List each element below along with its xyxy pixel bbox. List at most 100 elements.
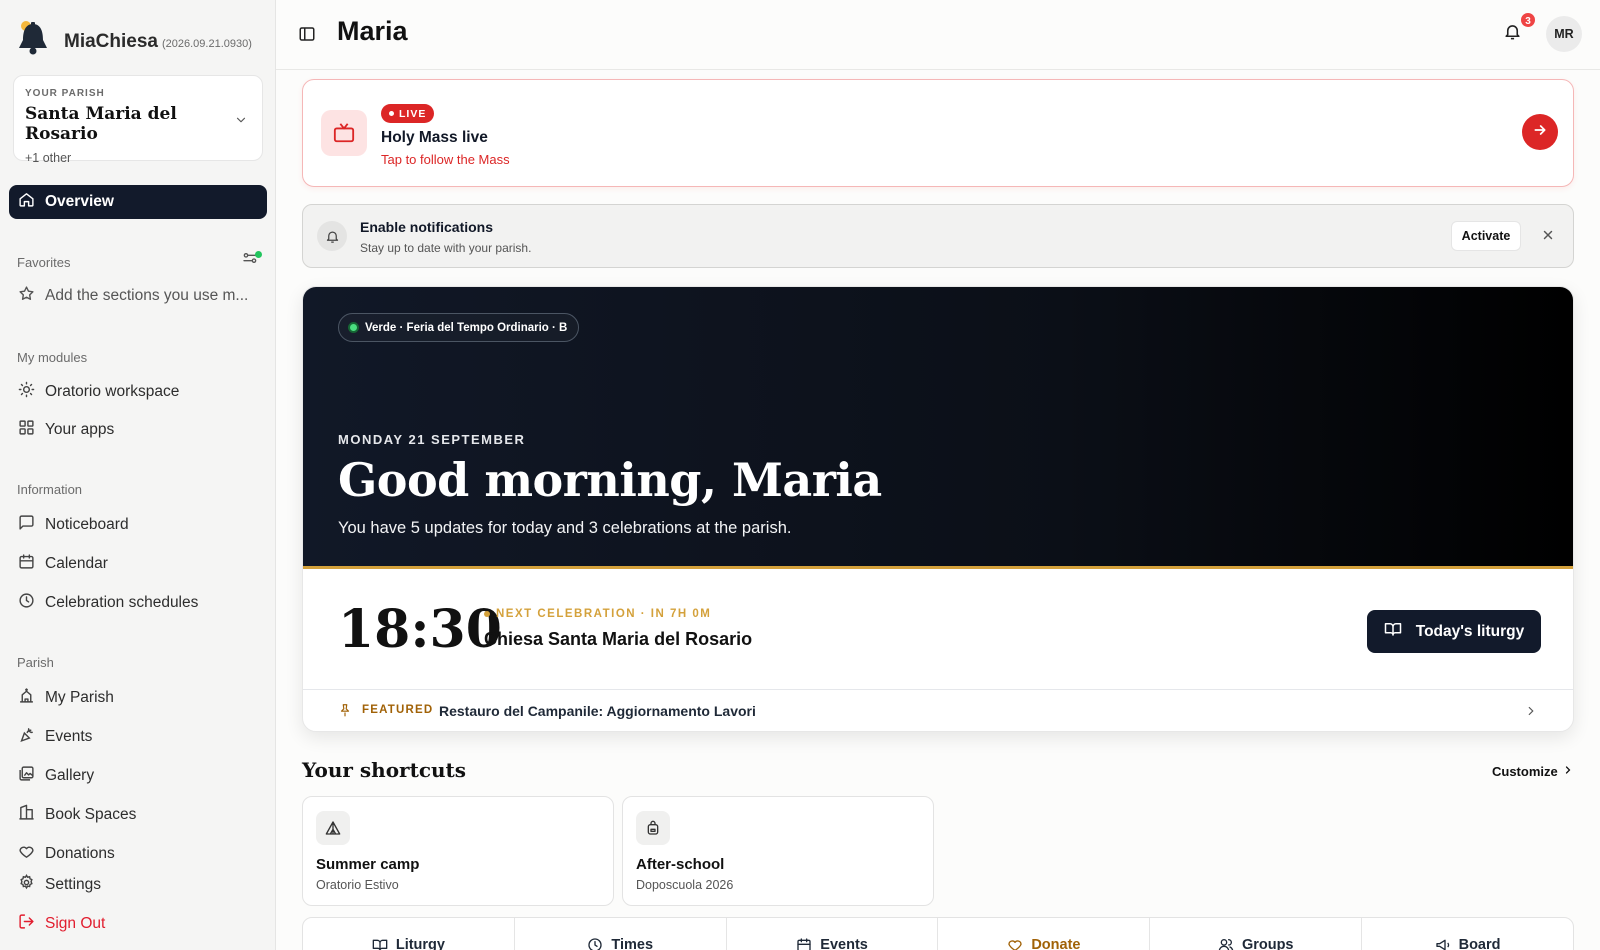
close-icon[interactable] [1541,228,1555,247]
sidebar-item-label: Overview [45,193,114,210]
sun-icon [18,381,35,403]
parish-section-label: Parish [17,655,54,670]
sidebar-item-label: My Parish [45,689,114,706]
quick-action-times[interactable]: Times [515,918,727,950]
sidebar-item-settings[interactable]: Settings [9,868,267,902]
information-section-label: Information [17,482,83,497]
live-open-button[interactable] [1522,114,1558,150]
megaphone-icon [1435,937,1451,950]
sidebar-item-celebration-schedules[interactable]: Celebration schedules [9,586,267,620]
live-badge: LIVE [381,104,435,123]
sidebar-item-label: Sign Out [45,915,106,932]
live-subtitle: Tap to follow the Mass [381,152,510,167]
season-color-dot [348,322,359,333]
sidebar-item-calendar[interactable]: Calendar [9,547,267,581]
calendar-icon [18,553,35,575]
chevron-right-icon [1562,764,1574,779]
liturgical-season-pill: Verde · Feria del Tempo Ordinario · B [338,313,580,342]
avatar[interactable]: MR [1546,16,1582,52]
hero-summary: You have 5 updates for today and 3 celeb… [338,519,792,537]
favorites-section-label: Favorites [17,255,71,270]
bell-icon [317,221,347,251]
sidebar-item-favorites-hint[interactable]: Add the sections you use m... [9,279,267,313]
hero-greeting: Good morning, Maria [338,453,882,507]
sidebar: MiaChiesa (2026.09.21.0930) YOUR PARISH S… [0,0,276,950]
hero-date: MONDAY 21 SEPTEMBER [338,432,526,447]
enable-notifications-card: Enable notifications Stay up to date wit… [302,204,1574,268]
app-name: MiaChiesa [64,30,158,52]
chevron-right-icon [1524,704,1538,723]
calendar-icon [796,937,812,950]
today-hero-card: Verde · Feria del Tempo Ordinario · B MO… [302,286,1574,732]
sidebar-item-my-parish[interactable]: My Parish [9,681,267,715]
shortcut-subtitle: Doposcuola 2026 [636,878,734,892]
quick-action-events[interactable]: Events [727,918,939,950]
featured-row[interactable]: FEATURED Restauro del Campanile: Aggiorn… [303,689,1573,731]
parish-name: Santa Maria del Rosario [25,104,177,144]
shortcut-card[interactable]: After-school Doposcuola 2026 [622,796,934,906]
heart-icon [18,843,35,865]
quick-action-groups[interactable]: Groups [1150,918,1363,950]
sidebar-item-label: Noticeboard [45,516,129,533]
notifications-title: Enable notifications [360,219,494,235]
parish-other: +1 other [25,151,72,165]
parish-selector[interactable]: YOUR PARISH Santa Maria del Rosario +1 o… [13,75,263,165]
sidebar-item-book-spaces[interactable]: Book Spaces [9,798,267,832]
log-out-icon [18,913,35,935]
star-icon [18,285,35,307]
quick-action-liturgy[interactable]: Liturgy [303,918,515,950]
notifications-bell-icon[interactable] [1503,22,1522,46]
parish-label: YOUR PARISH [25,88,105,99]
panel-toggle-icon[interactable] [298,25,316,48]
backpack-icon [636,811,670,845]
sidebar-item-donations[interactable]: Donations [9,837,267,871]
featured-text: Restauro del Campanile: Aggiornamento La… [439,703,756,719]
sign-out-button[interactable]: Sign Out [9,907,267,941]
shortcut-name: Summer camp [316,856,420,873]
next-celebration-label: NEXT CELEBRATION · IN 7H 0M [484,608,711,620]
live-title: Holy Mass live [381,129,488,146]
church-icon [18,687,35,709]
todays-liturgy-button[interactable]: Today's liturgy [1367,610,1541,653]
grid-icon [18,419,35,441]
clock-icon [587,937,603,950]
sidebar-item-label: Your apps [45,421,115,438]
quick-action-board[interactable]: Board [1362,918,1573,950]
quick-action-donate[interactable]: Donate [938,918,1151,950]
sidebar-item-label: Oratorio workspace [45,383,180,400]
sidebar-item-events[interactable]: Events [9,720,267,754]
sidebar-item-overview[interactable]: Overview [9,185,267,219]
sidebar-item-label: Add the sections you use m... [45,287,249,304]
sidebar-item-your-apps[interactable]: Your apps [9,413,267,447]
brand[interactable]: MiaChiesa (2026.09.21.0930) [16,20,252,63]
shortcut-subtitle: Oratorio Estivo [316,878,399,892]
images-icon [18,765,35,787]
sidebar-item-oratorio[interactable]: Oratorio workspace [9,375,267,409]
activate-button[interactable]: Activate [1451,221,1521,251]
sidebar-item-gallery[interactable]: Gallery [9,759,267,793]
arrow-right-icon [1532,122,1548,143]
page-title: Maria [337,16,408,46]
modules-section-label: My modules [17,350,88,365]
shortcut-card[interactable]: Summer camp Oratorio Estivo [302,796,614,906]
home-icon [18,191,35,213]
top-bar: Maria 3 MR [276,0,1600,70]
bell-logo-icon [16,20,50,63]
customize-button[interactable]: Customize [1492,764,1574,779]
live-mass-banner[interactable]: LIVE Holy Mass live Tap to follow the Ma… [302,79,1574,187]
sidebar-item-label: Calendar [45,555,108,572]
book-open-icon [1384,620,1402,643]
message-square-icon [18,514,35,536]
book-open-icon [372,937,388,950]
tent-icon [316,811,350,845]
sidebar-item-label: Donations [45,845,115,862]
building-icon [18,804,35,826]
notifications-subtitle: Stay up to date with your parish. [360,241,532,255]
gear-icon [18,874,35,896]
party-popper-icon [18,726,35,748]
shortcuts-title: Your shortcuts [302,758,467,782]
next-celebration-time: 18:30 [338,599,502,660]
chevron-down-icon [234,113,248,132]
heart-icon [1007,937,1023,950]
sidebar-item-noticeboard[interactable]: Noticeboard [9,508,267,542]
